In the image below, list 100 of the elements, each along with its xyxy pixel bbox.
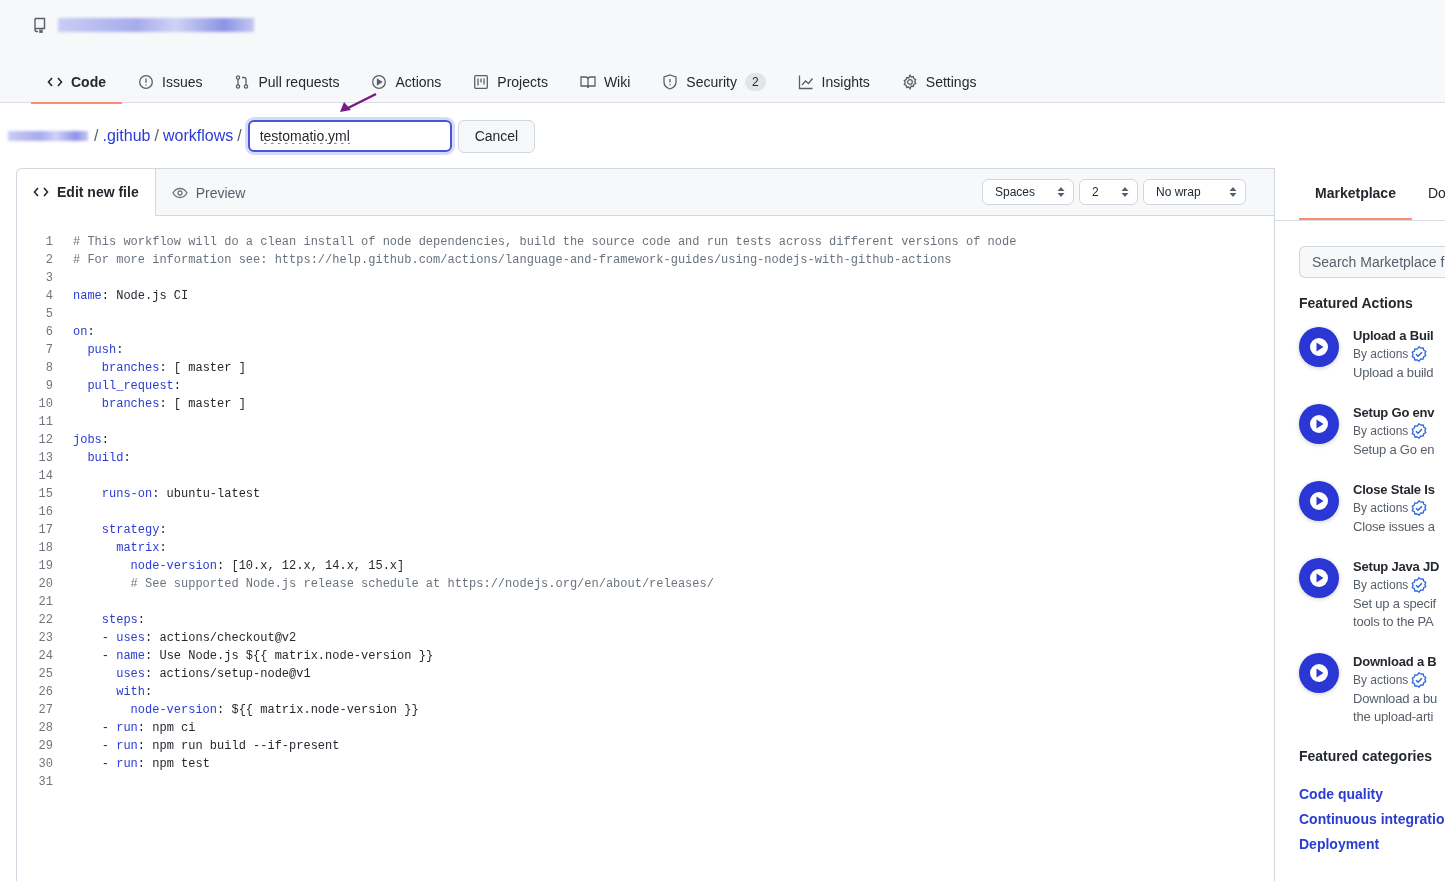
action-description: Close issues a — [1353, 518, 1435, 535]
sidebar-tab[interactable]: Do — [1411, 168, 1445, 220]
select-dropdown[interactable]: Spaces — [982, 179, 1074, 205]
action-title[interactable]: Setup Go env — [1353, 404, 1435, 422]
action-description: Set up a specif — [1353, 595, 1437, 612]
code-line: strategy: — [100, 522, 167, 539]
filename-field[interactable]: testomatio.yml — [247, 120, 452, 152]
verified-icon — [1411, 672, 1428, 688]
line-number: 31 — [37, 774, 53, 791]
line-number: 14 — [37, 468, 53, 485]
code-line: with: — [115, 684, 153, 701]
section-heading: Featured Actions — [1299, 295, 1414, 311]
updown-icon — [1229, 186, 1237, 198]
line-number: 16 — [37, 504, 53, 521]
code-line: pull_request: — [86, 378, 182, 395]
category-link[interactable]: Deployment — [1299, 832, 1445, 857]
nav-tab[interactable]: Issues — [122, 62, 219, 104]
select-dropdown[interactable]: 2 — [1079, 179, 1138, 205]
line-number: 3 — [44, 270, 53, 287]
category-link[interactable]: Code quality — [1299, 782, 1445, 807]
nav-tab[interactable]: Pull requests — [218, 62, 356, 104]
code-line: steps: — [100, 612, 145, 629]
cancel-button[interactable]: Cancel — [457, 119, 536, 153]
nav-tab[interactable]: Actions — [355, 62, 458, 104]
line-number: 17 — [37, 522, 53, 539]
sidebar-tab[interactable]: Marketplace — [1299, 168, 1412, 220]
code-line: - uses: actions/checkout@v2 — [100, 630, 297, 647]
line-number: 2 — [44, 252, 53, 269]
action-description: Setup a Go en — [1353, 441, 1435, 458]
line-number: 15 — [37, 486, 53, 503]
line-number: 6 — [44, 324, 53, 341]
code-line: jobs: — [73, 432, 109, 449]
line-number: 5 — [44, 306, 53, 323]
annotation-arrow — [337, 92, 378, 114]
nav-tab[interactable]: Wiki — [563, 62, 647, 104]
line-number: 8 — [44, 360, 53, 377]
action-title[interactable]: Upload a Buil — [1353, 327, 1434, 345]
line-number: 9 — [44, 378, 53, 395]
action-description: Upload a build — [1353, 364, 1434, 381]
code-line: on: — [73, 324, 95, 341]
code-line: matrix: — [115, 540, 167, 557]
line-number: 12 — [37, 432, 53, 449]
line-number: 19 — [37, 558, 53, 575]
action-author: By actions — [1353, 578, 1409, 592]
line-number: 30 — [37, 756, 53, 773]
verified-icon — [1411, 423, 1428, 439]
action-author: By actions — [1353, 501, 1409, 515]
nav-tab[interactable]: Projects — [457, 62, 564, 104]
breadcrumb-link[interactable]: workflows — [162, 127, 234, 145]
updown-icon — [1057, 186, 1065, 198]
line-number: 24 — [37, 648, 53, 665]
code-line: - run: npm run build --if-present — [100, 738, 340, 755]
line-number: 1 — [44, 234, 53, 251]
pull-request-icon — [234, 74, 251, 90]
line-number: 21 — [37, 594, 53, 611]
play-icon — [1299, 653, 1339, 693]
code-line: - run: npm ci — [100, 720, 196, 737]
nav-tab[interactable]: Settings — [885, 62, 993, 104]
code-line: - run: npm test — [100, 756, 210, 773]
action-author: By actions — [1353, 347, 1409, 361]
play-icon — [371, 74, 388, 90]
shield-icon — [662, 74, 679, 90]
line-number: 26 — [37, 684, 53, 701]
action-description: the upload-arti — [1353, 708, 1435, 725]
line-number: 4 — [44, 288, 53, 305]
line-number: 7 — [44, 342, 53, 359]
code-line: runs-on: ubuntu-latest — [100, 486, 261, 503]
code-line: branches: [ master ] — [100, 360, 246, 377]
select-dropdown[interactable]: No wrap — [1143, 179, 1246, 205]
code-line: build: — [86, 450, 131, 467]
section-heading: Featured categories — [1299, 748, 1434, 764]
breadcrumb-link[interactable]: .github — [102, 127, 151, 145]
action-title[interactable]: Setup Java JD — [1353, 558, 1440, 576]
search-field[interactable]: Search Marketplace f — [1299, 246, 1445, 278]
nav-tab[interactable]: Code — [31, 62, 122, 104]
category-link[interactable]: Continuous integratio — [1299, 807, 1445, 832]
action-title[interactable]: Download a B — [1353, 653, 1438, 671]
path-separator: / — [237, 127, 242, 145]
code-line: push: — [86, 342, 124, 359]
verified-icon — [1411, 346, 1428, 362]
line-number: 25 — [37, 666, 53, 683]
project-board-icon — [473, 74, 490, 90]
nav-tab[interactable]: Insights — [781, 62, 886, 104]
action-title[interactable]: Close Stale Is — [1353, 481, 1435, 499]
line-number: 29 — [37, 738, 53, 755]
nav-tab[interactable]: Security 2 — [646, 62, 782, 104]
line-number: 10 — [37, 396, 53, 413]
updown-icon — [1121, 186, 1129, 198]
code-line: branches: [ master ] — [100, 396, 246, 413]
play-icon — [1299, 481, 1339, 521]
action-description: tools to the PA — [1353, 613, 1435, 630]
editor-tab[interactable]: Preview — [155, 169, 262, 216]
settings-icon — [901, 74, 918, 90]
line-number: 18 — [37, 540, 53, 557]
line-number: 28 — [37, 720, 53, 737]
path-separator: / — [154, 127, 159, 145]
play-icon — [1299, 404, 1339, 444]
editor-tab[interactable]: Edit new file — [17, 169, 156, 216]
verified-icon — [1411, 500, 1428, 516]
code-line: # See supported Node.js release schedule at https://nodejs.org/en/about/releases/ — [129, 576, 714, 593]
